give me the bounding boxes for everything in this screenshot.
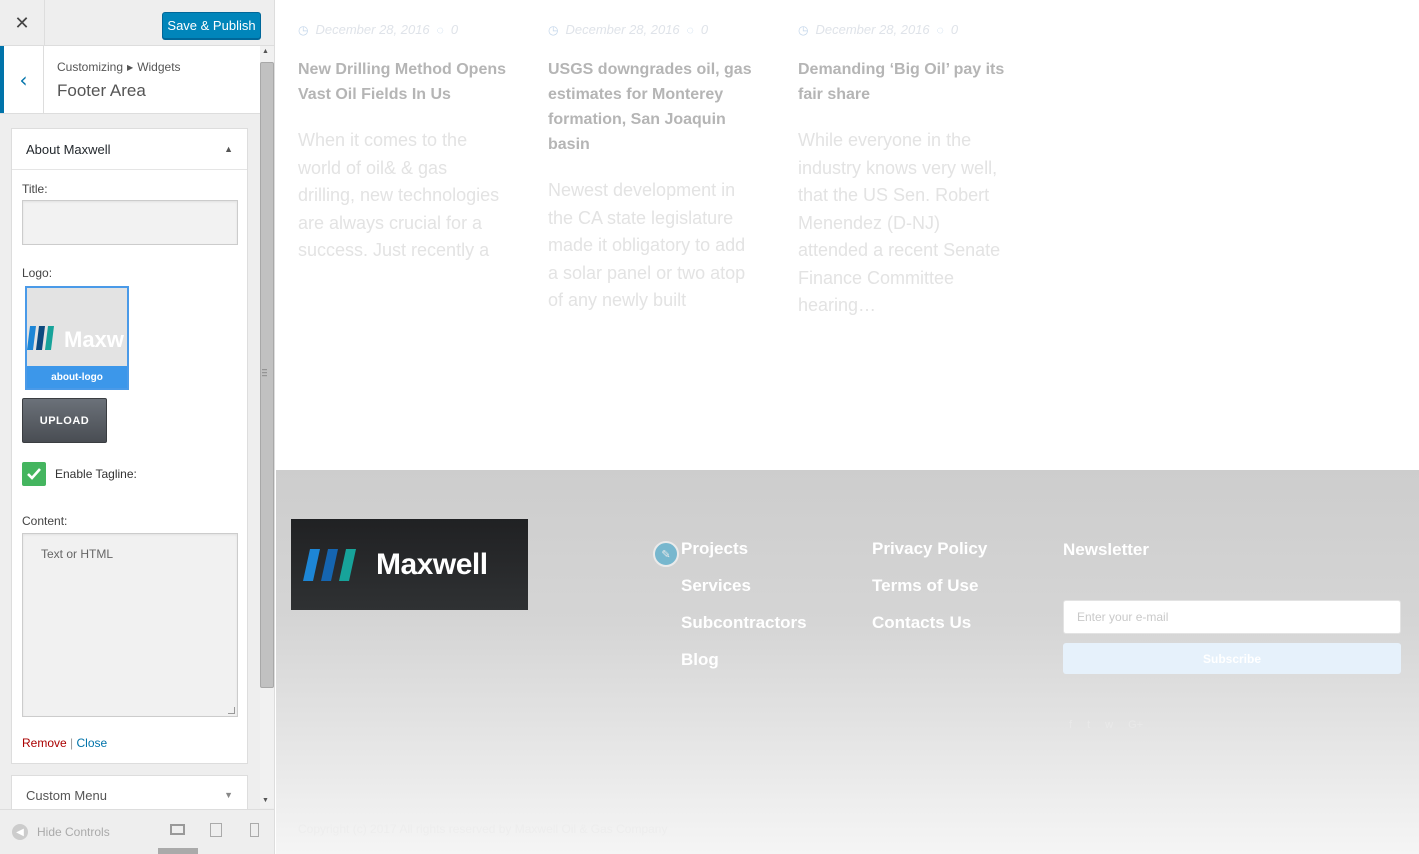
post-date: December 28, 2016 (565, 22, 680, 37)
post-excerpt: When it comes to the world of oil& & gas… (298, 130, 500, 260)
footer-link-projects[interactable]: Projects (681, 539, 748, 559)
logo-preview-image: Maxw (27, 288, 127, 366)
collapse-circle-icon: ◀ (12, 824, 28, 840)
close-icon[interactable]: ✕ (0, 0, 45, 46)
upload-button[interactable]: UPLOAD (22, 398, 107, 443)
footer-link-blog[interactable]: Blog (681, 650, 719, 670)
breadcrumb-item: Widgets (137, 60, 181, 74)
widget-actions: Remove | Close (22, 736, 107, 750)
footer-link-terms[interactable]: Terms of Use (872, 576, 978, 596)
subscribe-button[interactable]: Subscribe (1063, 643, 1401, 674)
widget-header[interactable]: About Maxwell ▲ (12, 129, 247, 170)
comment-icon: ◌ (936, 22, 944, 37)
post-title[interactable]: New Drilling Method Opens Vast Oil Field… (298, 57, 508, 107)
clock-icon: ◷ (548, 22, 559, 37)
facebook-icon[interactable]: f (1069, 719, 1072, 731)
footer-link-privacy[interactable]: Privacy Policy (872, 539, 987, 559)
section-nav: ‹ Customizing ▶ Widgets Footer Area (0, 46, 260, 114)
title-input[interactable] (22, 200, 238, 245)
scrollbar-grip-icon: – – – (262, 364, 268, 380)
social-links: f t w G+ (1069, 719, 1143, 731)
checkmark-icon (27, 468, 41, 480)
post-card: ◷ December 28, 2016 ◌ 0 New Drilling Met… (298, 22, 508, 265)
back-arrow-icon[interactable]: ‹ (0, 46, 44, 113)
brand-name: Maxwell (376, 547, 488, 581)
breadcrumb-separator-icon: ▶ (127, 63, 134, 72)
title-label: Title: (22, 182, 48, 196)
footer-link-services[interactable]: Services (681, 576, 751, 596)
widget-title: About Maxwell (26, 141, 111, 157)
customizer-header: ✕ Save & Publish (0, 0, 274, 46)
post-excerpt: Newest development in the CA state legis… (548, 180, 746, 310)
save-publish-button[interactable]: Save & Publish (162, 12, 261, 39)
remove-link[interactable]: Remove (22, 736, 67, 750)
twitter-icon[interactable]: t (1087, 719, 1090, 731)
maxwell-logo-icon: Maxw (27, 326, 125, 352)
google-plus-icon[interactable]: G+ (1128, 719, 1143, 731)
edit-pencil-icon[interactable]: ✎ (653, 541, 679, 567)
content-label: Content: (22, 514, 68, 528)
site-footer: Maxwell ✎ Projects Services Subcontracto… (276, 470, 1419, 854)
content-placeholder: Text or HTML (41, 547, 114, 561)
widget-title: Custom Menu (26, 787, 107, 803)
post-card: ◷ December 28, 2016 ◌ 0 USGS downgrades … (548, 22, 758, 315)
svg-text:Maxw: Maxw (64, 327, 125, 352)
clock-icon: ◷ (798, 22, 809, 37)
post-card: ◷ December 28, 2016 ◌ 0 Demanding ‘Big O… (798, 22, 1008, 320)
close-link[interactable]: Close (76, 736, 107, 750)
enable-tagline-label: Enable Tagline: (55, 467, 137, 481)
copyright-text: Copyright (c) 2017 All rights reserved b… (298, 822, 668, 836)
mobile-preview-icon[interactable] (250, 823, 259, 837)
post-meta: ◷ December 28, 2016 ◌ 0 (548, 22, 758, 37)
post-meta: ◷ December 28, 2016 ◌ 0 (298, 22, 508, 37)
expand-arrow-icon[interactable]: ▼ (224, 790, 233, 800)
clock-icon: ◷ (298, 22, 309, 37)
desktop-preview-icon[interactable] (170, 824, 185, 835)
section-title: Footer Area (57, 81, 146, 100)
collapse-arrow-icon[interactable]: ▲ (224, 144, 233, 154)
footer-logo[interactable]: Maxwell (291, 519, 528, 610)
scroll-up-arrow-icon[interactable]: ▲ (262, 48, 269, 55)
post-date: December 28, 2016 (815, 22, 930, 37)
post-title[interactable]: USGS downgrades oil, gas estimates for M… (548, 57, 758, 157)
footer-link-subcontractors[interactable]: Subcontractors (681, 613, 807, 633)
post-meta: ◷ December 28, 2016 ◌ 0 (798, 22, 1008, 37)
enable-tagline-checkbox[interactable] (22, 462, 46, 486)
newsletter-title: Newsletter (1063, 540, 1149, 559)
hide-controls-label: Hide Controls (37, 825, 110, 839)
logo-thumbnail[interactable]: Maxw about-logo (25, 286, 129, 390)
comment-count: 0 (450, 22, 459, 37)
logo-caption: about-logo (27, 366, 127, 388)
logo-label: Logo: (22, 266, 53, 280)
post-date: December 28, 2016 (315, 22, 430, 37)
breadcrumb: Customizing ▶ Widgets (57, 60, 181, 74)
maxwell-logo-icon (303, 548, 356, 581)
comment-icon: ◌ (686, 22, 694, 37)
widget-about-maxwell: About Maxwell ▲ Title: Logo: Maxw about-… (11, 128, 248, 764)
comment-icon: ◌ (436, 22, 444, 37)
post-excerpt: While everyone in the industry knows ver… (798, 130, 1001, 315)
breadcrumb-item: Customizing (57, 60, 124, 74)
post-title[interactable]: Demanding ‘Big Oil’ pay its fair share (798, 57, 1008, 107)
resize-handle-icon[interactable] (228, 707, 235, 714)
customizer-sidebar: ✕ Save & Publish ‹ Customizing ▶ Widgets F… (0, 0, 275, 854)
wordpress-icon[interactable]: w (1105, 719, 1113, 731)
scroll-down-arrow-icon[interactable]: ▼ (262, 797, 269, 804)
hide-controls-button[interactable]: ◀ Hide Controls (12, 824, 110, 840)
customizer-footer: ◀ Hide Controls (0, 809, 274, 854)
comment-count: 0 (950, 22, 959, 37)
tablet-preview-icon[interactable] (210, 823, 222, 837)
content-textarea[interactable]: Text or HTML (22, 533, 238, 717)
footer-link-contacts[interactable]: Contacts Us (872, 613, 971, 633)
horizontal-scrollbar-thumb[interactable] (158, 848, 198, 854)
newsletter-email-input[interactable]: Enter your e-mail (1063, 600, 1401, 634)
comment-count: 0 (700, 22, 709, 37)
